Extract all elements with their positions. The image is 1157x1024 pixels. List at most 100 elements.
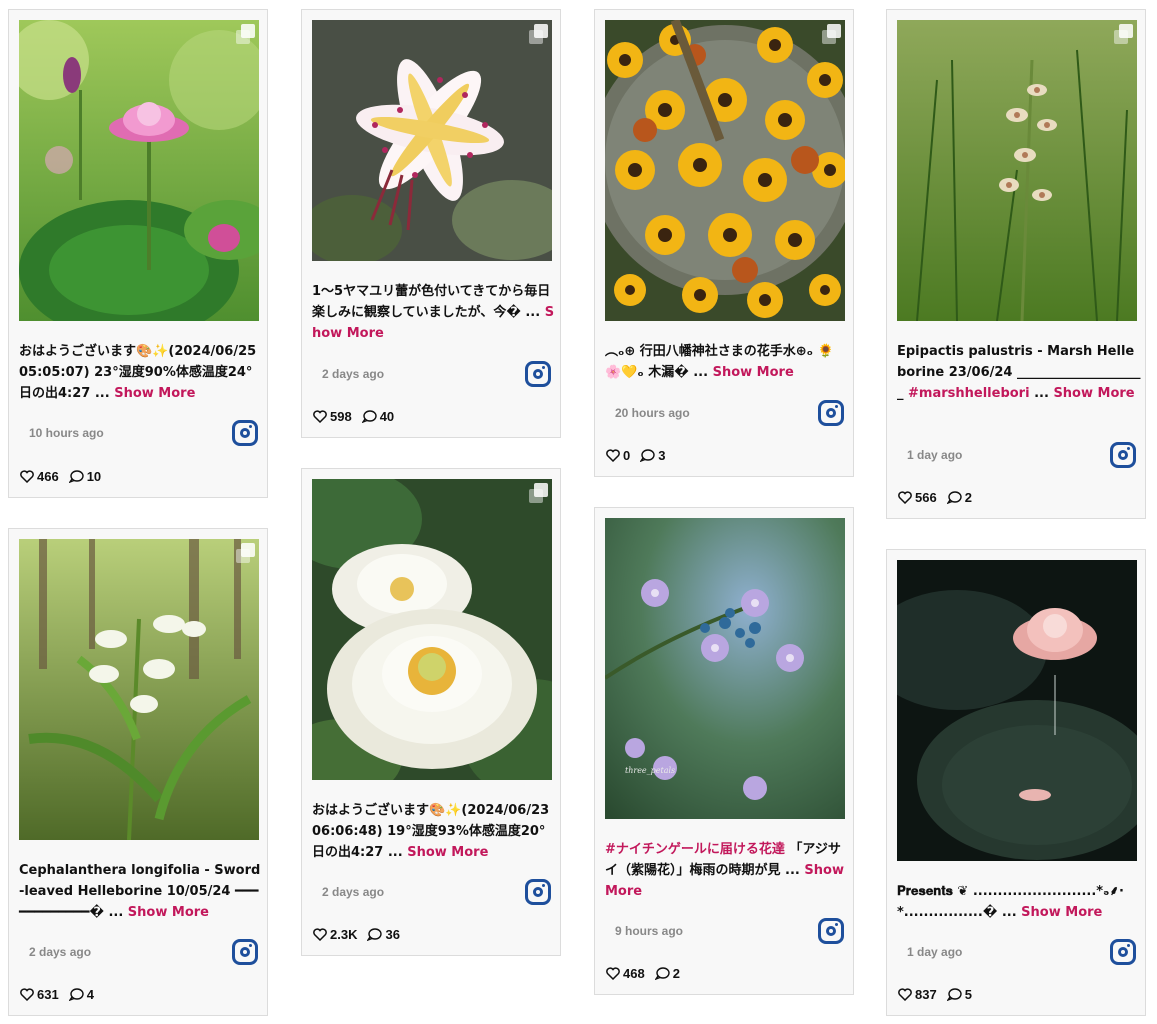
caption-hashtag[interactable]: #ナイチンゲールに届ける花達 <box>605 842 785 857</box>
like-count: 2.3K <box>330 927 358 942</box>
post-time: 2 days ago <box>322 367 385 381</box>
instagram-icon[interactable] <box>232 939 258 965</box>
heart-icon <box>898 988 912 1001</box>
comment-icon <box>361 410 377 423</box>
caption-ellipsis: ... <box>997 905 1017 920</box>
post-time: 2 days ago <box>322 885 385 899</box>
show-more-link[interactable]: Show More <box>407 845 488 860</box>
heart-icon <box>606 967 620 980</box>
post-image[interactable] <box>312 20 552 261</box>
post-card[interactable]: 1〜5ヤマユリ蕾が色付いてきてから毎日楽しみに観察していましたが、今� ... … <box>301 9 561 438</box>
post-card[interactable]: Epipactis palustris - Marsh Helleborine … <box>886 9 1146 519</box>
post-caption: Epipactis palustris - Marsh Helleborine … <box>897 341 1141 404</box>
like-count: 598 <box>330 409 352 424</box>
caption-ellipsis: ... <box>90 386 110 401</box>
like-count: 468 <box>623 966 645 981</box>
comment-count: 2 <box>964 490 972 505</box>
post-card[interactable]: three_petals #ナイチンゲールに届ける花達 「アジサイ（紫陽花）」梅… <box>594 507 854 995</box>
post-card[interactable]: ︵ₒ⊕ 行田八幡神社さまの花手水⊕ₒ 🌻🌸💛ₒ 木漏� ... Show Mor… <box>594 9 854 477</box>
post-stats: 466 10 <box>20 469 111 484</box>
post-stats: 566 2 <box>898 490 982 505</box>
heart-icon <box>313 410 327 423</box>
post-caption: おはようございます🎨✨(2024/06/23 06:06:48) 19°湿度93… <box>312 800 556 863</box>
select-icon[interactable] <box>529 483 548 503</box>
comment-count: 36 <box>385 927 400 942</box>
comment-icon <box>68 988 84 1001</box>
heart-icon <box>313 928 327 941</box>
comment-count: 2 <box>672 966 680 981</box>
comment-count: 5 <box>964 987 972 1002</box>
caption-ellipsis: ... <box>688 365 709 380</box>
comment-count: 10 <box>86 469 102 484</box>
heart-icon <box>20 988 34 1001</box>
comment-count: 4 <box>86 987 94 1002</box>
like-count: 566 <box>915 490 937 505</box>
post-image[interactable] <box>605 20 845 321</box>
comment-icon <box>640 449 655 462</box>
post-image[interactable] <box>19 20 259 321</box>
like-count: 631 <box>37 987 59 1002</box>
show-more-link[interactable]: Show More <box>1021 905 1102 920</box>
select-icon[interactable] <box>529 24 548 44</box>
post-time: 9 hours ago <box>615 924 684 938</box>
comment-count: 40 <box>379 409 395 424</box>
like-count: 837 <box>915 987 937 1002</box>
caption-ellipsis: ... <box>520 305 541 320</box>
post-caption: おはようございます🎨✨(2024/06/25 05:05:07) 23°湿度90… <box>19 341 263 404</box>
instagram-icon[interactable] <box>232 420 258 446</box>
post-card[interactable]: おはようございます🎨✨(2024/06/23 06:06:48) 19°湿度93… <box>301 468 561 956</box>
post-stats: 2.3K 36 <box>313 927 410 942</box>
post-stats: 0 3 <box>606 448 675 463</box>
post-image[interactable] <box>19 539 259 840</box>
post-caption: 𝐏𝐫𝐞𝐬𝐞𝐧𝐭𝐬 ❦ .........................*ₔ⸙·… <box>897 881 1141 923</box>
comment-icon <box>946 988 962 1001</box>
heart-icon <box>606 449 620 462</box>
instagram-icon[interactable] <box>1110 939 1136 965</box>
post-image[interactable] <box>897 20 1137 321</box>
show-more-link[interactable]: Show More <box>713 365 794 380</box>
post-image[interactable]: three_petals <box>605 518 845 819</box>
post-card[interactable]: Cephalanthera longifolia - Sword-leaved … <box>8 528 268 1016</box>
select-icon[interactable] <box>236 543 255 563</box>
show-more-link[interactable]: Show More <box>1053 386 1134 401</box>
comment-icon <box>68 470 84 483</box>
post-time: 1 day ago <box>907 945 963 959</box>
post-time: 1 day ago <box>907 448 963 462</box>
caption-hashtag[interactable]: #marshhellebori <box>908 386 1030 401</box>
post-stats: 631 4 <box>20 987 104 1002</box>
comment-icon <box>367 928 383 941</box>
post-caption: ︵ₒ⊕ 行田八幡神社さまの花手水⊕ₒ 🌻🌸💛ₒ 木漏� ... Show Mor… <box>605 341 849 383</box>
select-icon[interactable] <box>1114 24 1133 44</box>
heart-icon <box>20 470 34 483</box>
comment-icon <box>946 491 962 504</box>
post-caption: #ナイチンゲールに届ける花達 「アジサイ（紫陽花）」梅雨の時期が見 ... Sh… <box>605 839 849 902</box>
post-stats: 837 5 <box>898 987 982 1002</box>
caption-ellipsis: ... <box>1029 386 1049 401</box>
instagram-icon[interactable] <box>1110 442 1136 468</box>
post-caption: 1〜5ヤマユリ蕾が色付いてきてから毎日楽しみに観察していましたが、今� ... … <box>312 281 556 344</box>
post-card[interactable]: おはようございます🎨✨(2024/06/25 05:05:07) 23°湿度90… <box>8 9 268 498</box>
comment-count: 3 <box>658 448 666 463</box>
image-watermark: three_petals <box>625 766 676 775</box>
post-time: 2 days ago <box>29 945 92 959</box>
instagram-icon[interactable] <box>818 400 844 426</box>
like-count: 0 <box>623 448 631 463</box>
instagram-icon[interactable] <box>818 918 844 944</box>
caption-ellipsis: ... <box>780 863 800 878</box>
post-image[interactable] <box>897 560 1137 861</box>
show-more-link[interactable]: Show More <box>128 905 209 920</box>
heart-icon <box>898 491 912 504</box>
post-caption: Cephalanthera longifolia - Sword-leaved … <box>19 860 263 923</box>
post-stats: 598 40 <box>313 409 404 424</box>
post-image[interactable] <box>312 479 552 780</box>
select-icon[interactable] <box>236 24 255 44</box>
select-icon[interactable] <box>822 24 841 44</box>
comment-icon <box>654 967 670 980</box>
caption-ellipsis: ... <box>383 845 403 860</box>
instagram-icon[interactable] <box>525 879 551 905</box>
post-stats: 468 2 <box>606 966 690 981</box>
caption-text: 1〜5ヤマユリ蕾が色付いてきてから毎日楽しみに観察していましたが、今� <box>312 284 551 320</box>
post-card[interactable]: 𝐏𝐫𝐞𝐬𝐞𝐧𝐭𝐬 ❦ .........................*ₔ⸙·… <box>886 549 1146 1016</box>
instagram-icon[interactable] <box>525 361 551 387</box>
show-more-link[interactable]: Show More <box>114 386 195 401</box>
